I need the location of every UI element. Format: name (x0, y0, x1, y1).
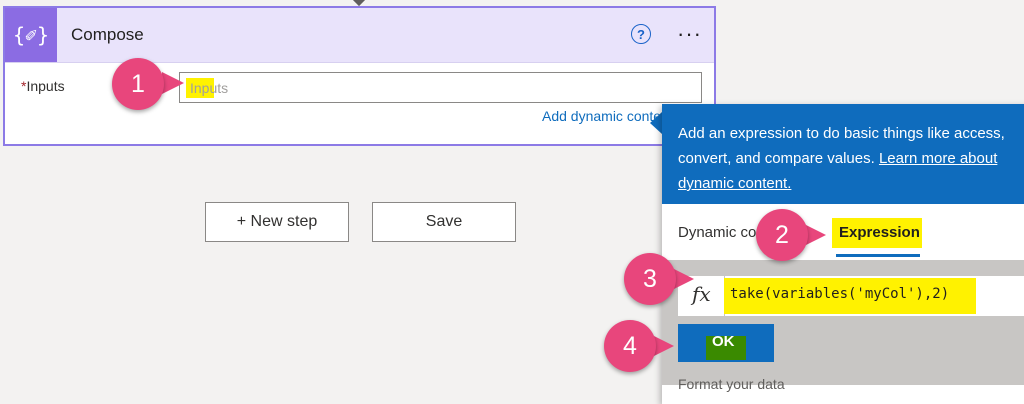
active-tab-underline (836, 254, 920, 257)
inputs-label-text: Inputs (26, 78, 65, 94)
inputs-placeholder: Inputs (190, 80, 229, 96)
save-button[interactable]: Save (372, 202, 516, 242)
inputs-label: *Inputs (21, 78, 65, 94)
tab-expression[interactable]: Expression (839, 224, 920, 241)
fx-icon: fx (692, 282, 711, 306)
callout-badge-1: 1 (112, 58, 164, 110)
more-options-icon[interactable]: ··· (677, 21, 702, 47)
new-step-button[interactable]: + New step (205, 202, 349, 242)
dynamic-content-link[interactable]: dynamic content. (678, 171, 1024, 196)
dynamic-content-panel: Add an expression to do basic things lik… (662, 104, 1024, 404)
info-line-2: convert, and compare values. Learn more … (678, 146, 1024, 171)
panel-pointer (650, 112, 662, 134)
ok-button-label: OK (712, 333, 735, 350)
info-text: Add an expression to do basic things lik… (678, 121, 1024, 196)
callout-badge-4: 4 (604, 320, 656, 372)
info-line-2-text: convert, and compare values. (678, 150, 879, 167)
callout-badge-3: 3 (624, 253, 676, 305)
callout-pointer (162, 72, 184, 94)
compose-action-card[interactable]: {✐} Compose ? ··· *Inputs Inputs Add dyn… (3, 6, 716, 146)
info-banner: Add an expression to do basic things lik… (662, 104, 1024, 204)
help-icon[interactable]: ? (631, 24, 651, 44)
ok-button[interactable]: OK (678, 324, 774, 362)
callout-badge-2: 2 (756, 209, 808, 261)
learn-more-link[interactable]: Learn more about (879, 150, 997, 167)
card-header[interactable]: {✐} Compose ? ··· (5, 8, 714, 63)
inputs-field[interactable]: Inputs (179, 72, 702, 103)
expression-area: fx take(variables('myCol'),2) OK (662, 260, 1024, 385)
code-braces-pencil-icon: {✐} (5, 8, 57, 62)
info-line-1: Add an expression to do basic things lik… (678, 125, 1005, 142)
format-your-data-label: Format your data (678, 376, 785, 392)
expression-input-row[interactable]: fx take(variables('myCol'),2) (678, 276, 1024, 316)
expression-input[interactable]: take(variables('myCol'),2) (730, 286, 949, 302)
card-title[interactable]: Compose (71, 25, 144, 45)
